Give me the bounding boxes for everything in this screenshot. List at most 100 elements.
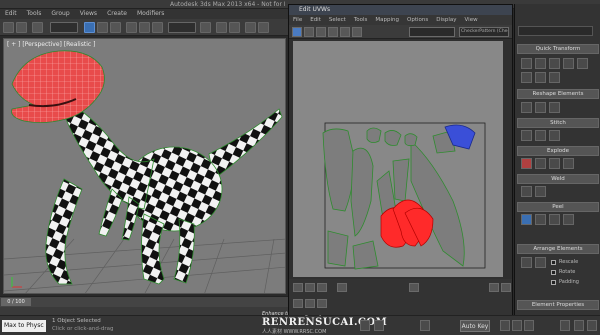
select-by-name-icon[interactable] [97,22,108,33]
dinosaur-model[interactable] [4,39,286,294]
uvw-face-mode-icon[interactable] [317,283,327,292]
uvw-freeform-icon[interactable] [328,27,338,37]
align-icon[interactable] [258,22,269,33]
rollout-peel[interactable]: Peel [517,202,599,212]
pivot-center-icon[interactable] [549,72,560,83]
uvw-menu-view[interactable]: View [461,15,482,25]
break-icon[interactable] [521,158,532,169]
rotate-icon[interactable] [139,22,150,33]
scale-y-icon[interactable] [563,58,574,69]
flip-v-icon[interactable] [535,72,546,83]
uvw-menu-file[interactable]: File [289,15,306,25]
uvw-edge-mode-icon[interactable] [305,283,315,292]
flip-h-icon[interactable] [521,72,532,83]
menu-edit[interactable]: Edit [0,9,22,19]
pelt-map-icon[interactable] [521,214,532,225]
uvw-show-map-icon[interactable] [352,27,362,37]
goto-start-icon[interactable] [500,320,510,331]
angle-snap-icon[interactable] [229,22,240,33]
grid-icon[interactable] [420,320,430,331]
uvw-menu-edit[interactable]: Edit [306,15,325,25]
relax-icon[interactable] [535,102,546,113]
straighten-icon[interactable] [521,102,532,113]
pack-custom-icon[interactable] [535,257,546,268]
rollout-explode[interactable]: Explode [517,146,599,156]
weld-target-icon[interactable] [535,186,546,197]
maxscript-listener[interactable]: Max to Physc [2,320,46,332]
rollout-stitch[interactable]: Stitch [517,118,599,128]
stitch-avg-icon[interactable] [549,130,560,141]
lscm-icon[interactable] [549,214,560,225]
selection-filter-dropdown[interactable] [50,22,78,33]
mirror-icon[interactable] [245,22,256,33]
uvw-shrink-icon[interactable] [317,299,327,308]
explode-settings-icon[interactable] [563,158,574,169]
peel-reset-icon[interactable] [563,214,574,225]
menu-group[interactable]: Group [46,9,74,19]
orbit-icon[interactable] [574,320,584,331]
uvw-menu-tools[interactable]: Tools [350,15,372,25]
uvw-grow-icon[interactable] [305,299,315,308]
absolute-mode-icon[interactable] [374,320,384,331]
perspective-viewport[interactable]: [ + ] [Perspective] [Realistic ] [3,38,286,294]
time-slider-frame[interactable]: 0 / 100 [1,298,31,306]
move-icon[interactable] [126,22,137,33]
relax-settings-icon[interactable] [549,102,560,113]
scale-icon[interactable] [152,22,163,33]
uvw-menu-mapping[interactable]: Mapping [371,15,403,25]
uvw-lock-icon[interactable] [409,283,419,292]
stitch-target-icon[interactable] [535,130,546,141]
uvw-zoom-icon[interactable] [489,283,499,292]
edit-uvws-title-bar[interactable]: Edit UVWs [289,5,512,15]
rollout-quick-transform[interactable]: Quick Transform [517,44,599,54]
goto-end-icon[interactable] [524,320,534,331]
detach-icon[interactable] [535,158,546,169]
rotate-90-icon[interactable] [577,58,588,69]
auto-key-button[interactable]: Auto Key [460,320,490,332]
maximize-viewport-icon[interactable] [587,320,597,331]
stitch-source-icon[interactable] [521,130,532,141]
select-object-icon[interactable] [84,22,95,33]
uvw-mirror-icon[interactable] [340,27,350,37]
rollout-reshape-elements[interactable]: Reshape Elements [517,89,599,99]
rescale-checkbox[interactable] [551,260,556,265]
rotate-checkbox[interactable] [551,270,556,275]
uvw-rotate-icon[interactable] [304,27,314,37]
rollout-element-properties[interactable]: Element Properties [517,300,599,310]
undo-icon[interactable] [3,22,14,33]
uvw-coord-dropdown[interactable] [409,27,455,37]
menu-views[interactable]: Views [75,9,102,19]
rollout-weld[interactable]: Weld [517,174,599,184]
reference-coord-dropdown[interactable] [168,22,196,33]
lock-icon[interactable] [360,320,370,331]
uvw-soft-select-icon[interactable] [293,299,303,308]
uvw-select-element-icon[interactable] [337,283,347,292]
uvw-scale-icon[interactable] [316,27,326,37]
align-x-icon[interactable] [521,58,532,69]
track-bar[interactable] [0,307,290,315]
uvw-move-icon[interactable] [292,27,302,37]
play-icon[interactable] [512,320,522,331]
snap-icon[interactable] [216,22,227,33]
align-y-icon[interactable] [535,58,546,69]
flatten-icon[interactable] [549,158,560,169]
edit-uvws-window[interactable]: Edit UVWs File Edit Select Tools Mapping Opti… [288,4,513,315]
rect-region-icon[interactable] [110,22,121,33]
menu-modifiers[interactable]: Modifiers [132,9,169,19]
uvw-menu-options[interactable]: Options [403,15,432,25]
texture-dropdown[interactable]: CheckerPattern (Checker) [459,27,509,37]
padding-checkbox[interactable] [551,280,556,285]
redo-icon[interactable] [16,22,27,33]
uv-shells[interactable] [322,127,465,270]
rollout-arrange-elements[interactable]: Arrange Elements [517,244,599,254]
pack-normalize-icon[interactable] [521,257,532,268]
scale-x-icon[interactable] [549,58,560,69]
uvw-pan-icon[interactable] [501,283,511,292]
panel-dropdown[interactable] [518,26,593,36]
menu-tools[interactable]: Tools [22,9,47,19]
menu-create[interactable]: Create [102,9,132,19]
uvw-menu-display[interactable]: Display [432,15,460,25]
time-slider[interactable]: 0 / 100 [0,296,290,307]
weld-selected-icon[interactable] [521,186,532,197]
uv-editor-canvas[interactable] [293,41,503,277]
